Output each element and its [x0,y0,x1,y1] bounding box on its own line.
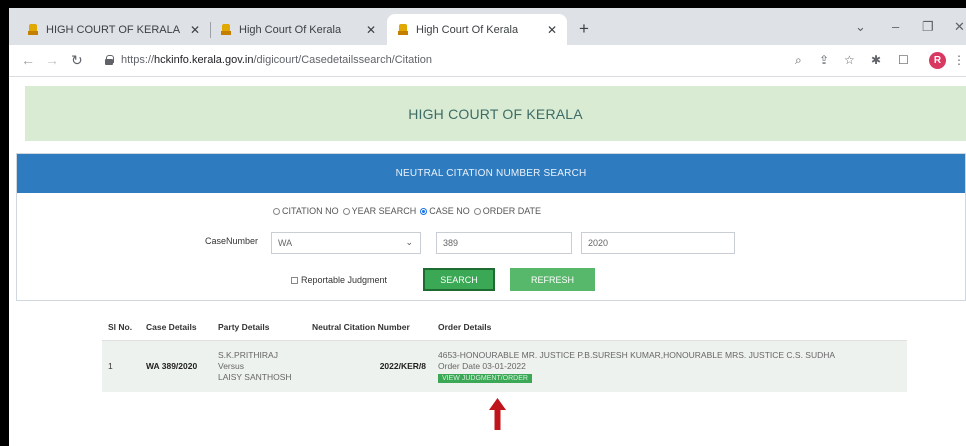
new-tab-button[interactable]: + [579,19,589,39]
col-case-details: Case Details [140,314,212,341]
address-bar[interactable]: https://hckinfo.kerala.gov.in/digicourt/… [121,54,432,66]
radio-label: YEAR SEARCH [351,206,417,216]
cell-citation: 2022/KER/8 [306,340,432,392]
tab-title: High Court Of Kerala [239,23,342,36]
order-bench: 4653-HONOURABLE MR. JUSTICE P.B.SURESH K… [438,349,836,360]
party-petitioner: S.K.PRITHIRAJ [218,349,278,360]
tab-title: High Court Of Kerala [416,23,519,36]
radio-circle-icon[interactable] [273,207,280,215]
table-row: 1 WA 389/2020 S.K.PRITHIRAJ Versus LAISY… [102,340,907,392]
browser-toolbar: ← → ↻ https://hckinfo.kerala.gov.in/digi… [9,45,966,77]
view-judgment-button[interactable]: VIEW JUDGMENT/ORDER [438,373,532,383]
page-content: HIGH COURT OF KERALA NEUTRAL CITATION NU… [9,78,966,446]
browser-tab-2[interactable]: High Court Of Kerala ✕ [210,14,386,45]
url-path: /digicourt/Casedetailssearch/Citation [253,54,433,66]
refresh-button[interactable]: REFRESH [510,268,595,291]
menu-kebab-icon[interactable]: ⋮ [953,53,965,67]
close-icon[interactable]: ✕ [366,23,376,37]
tab-title: HIGH COURT OF KERALA [46,23,181,36]
radio-label: CITATION NO [282,206,339,216]
radio-order-date[interactable]: ORDER DATE [473,206,542,216]
col-order-details: Order Details [432,314,907,341]
zoom-icon[interactable]: ⌕ [795,53,802,68]
url-host: hckinfo.kerala.gov.in [154,54,254,66]
lock-icon [105,55,114,65]
minimize-button[interactable]: – [892,19,899,34]
radio-circle-selected-icon[interactable] [420,207,428,215]
col-citation: Neutral Citation Number [306,314,432,341]
profile-avatar[interactable]: R [929,52,946,69]
radio-label: ORDER DATE [482,206,542,216]
cell-party-details: S.K.PRITHIRAJ Versus LAISY SANTHOSH [212,340,306,392]
case-number-input[interactable]: 389 [436,232,572,254]
table-header-row: Sl No. Case Details Party Details Neutra… [102,314,907,341]
site-banner: HIGH COURT OF KERALA [25,86,966,141]
cell-sl-no: 1 [102,340,140,392]
case-year-input[interactable]: 2020 [581,232,735,254]
case-year-value: 2020 [588,238,609,248]
radio-citation-no[interactable]: CITATION NO [273,206,339,216]
party-respondent: LAISY SANTHOSH [218,371,292,382]
radio-circle-icon[interactable] [473,207,481,215]
panel-header: NEUTRAL CITATION NUMBER SEARCH [17,154,965,193]
tab-search-chevron-icon[interactable]: ⌄ [855,19,866,35]
restore-button[interactable]: ❐ [922,19,934,35]
search-button[interactable]: SEARCH [423,268,495,291]
panel-title: NEUTRAL CITATION NUMBER SEARCH [395,168,587,179]
tab-strip: HIGH COURT OF KERALA ✕ High Court Of Ker… [9,8,966,45]
party-versus: Versus [218,360,244,371]
share-icon[interactable]: ⇪ [819,53,829,67]
case-number-label: CaseNumber [205,236,259,246]
order-date: Order Date 03-01-2022 [438,360,526,371]
cell-case-details: WA 389/2020 [140,340,212,392]
reportable-judgment-checkbox[interactable]: Reportable Judgment [291,275,387,285]
forward-arrow-icon[interactable]: → [45,52,59,68]
radio-year-search[interactable]: YEAR SEARCH [342,206,417,216]
browser-tab-1[interactable]: HIGH COURT OF KERALA ✕ [17,14,210,45]
case-type-select[interactable]: WA ⌄ [271,232,421,254]
annotation-arrow-icon [489,398,506,430]
close-icon[interactable]: ✕ [190,23,200,37]
close-icon[interactable]: ✕ [547,23,557,37]
checkbox-icon[interactable] [291,276,298,284]
col-sl-no: Sl No. [102,314,140,341]
court-emblem-icon [397,23,409,36]
case-number-value: 389 [443,238,459,248]
court-emblem-icon [220,23,232,36]
reload-icon[interactable]: ↻ [71,52,83,69]
browser-window: HIGH COURT OF KERALA ✕ High Court Of Ker… [9,8,966,446]
url-scheme: https:// [121,54,155,66]
chevron-down-icon: ⌄ [405,237,413,247]
radio-label: CASE NO [429,206,470,216]
reportable-label: Reportable Judgment [301,275,388,285]
browser-tab-3-active[interactable]: High Court Of Kerala ✕ [387,14,567,45]
radio-case-no[interactable]: CASE NO [420,206,470,216]
search-mode-group: CITATION NO YEAR SEARCH CASE NO ORDER DA… [273,206,545,216]
court-emblem-icon [27,23,39,36]
extensions-puzzle-icon[interactable]: ✱ [871,53,881,67]
col-party-details: Party Details [212,314,306,341]
site-title: HIGH COURT OF KERALA [408,105,583,122]
back-arrow-icon[interactable]: ← [21,52,35,68]
side-panel-icon[interactable]: ☐ [898,53,909,67]
window-close-button[interactable]: ✕ [954,19,965,35]
bookmark-star-icon[interactable]: ☆ [844,53,855,67]
citation-search-panel: NEUTRAL CITATION NUMBER SEARCH CITATION … [16,153,966,301]
case-type-value: WA [278,238,293,248]
results-table: Sl No. Case Details Party Details Neutra… [102,314,907,392]
cell-order-details: 4653-HONOURABLE MR. JUSTICE P.B.SURESH K… [432,340,907,392]
radio-circle-icon[interactable] [342,207,350,215]
